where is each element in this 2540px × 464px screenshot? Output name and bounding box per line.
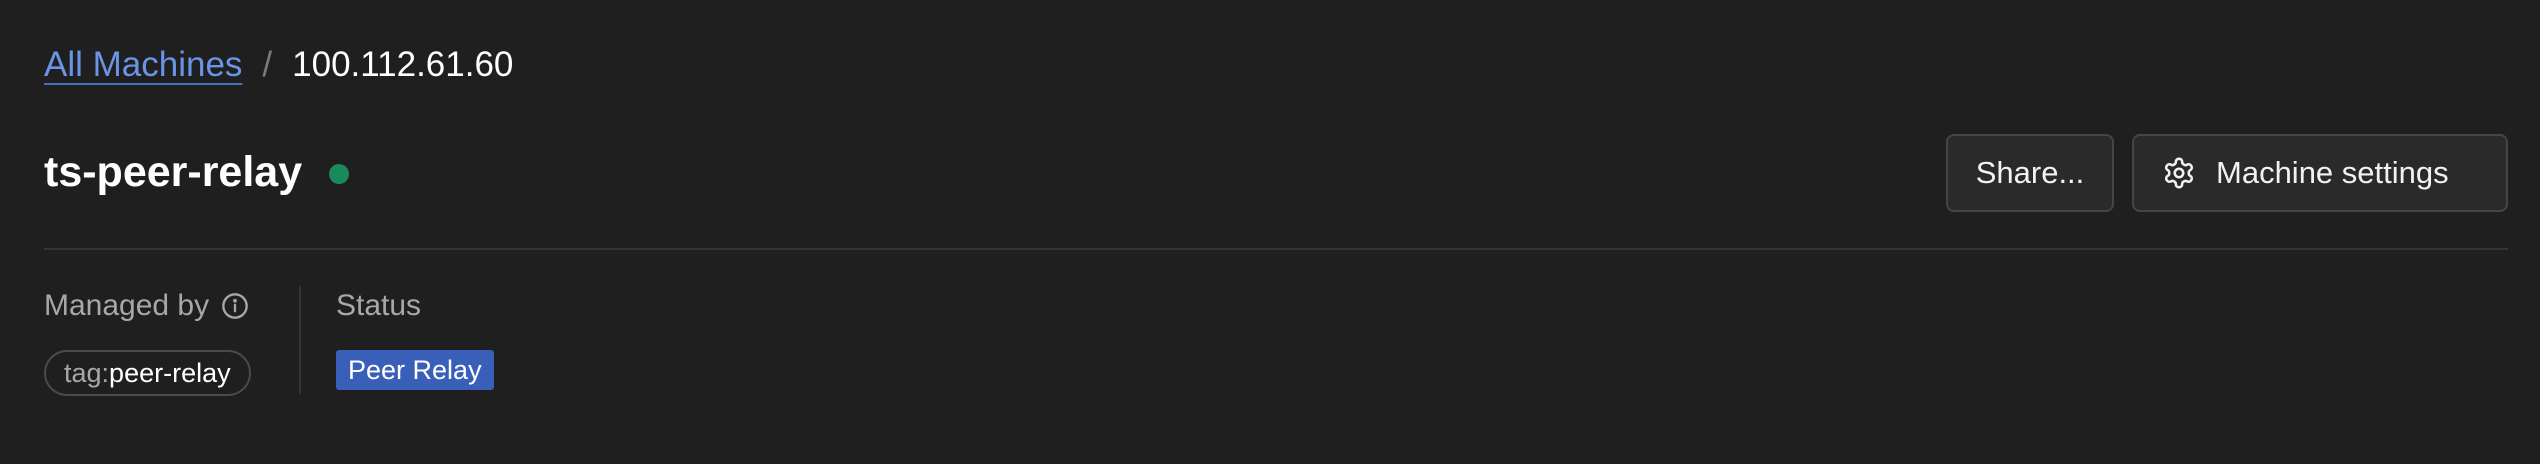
tag-value: peer-relay bbox=[109, 357, 231, 388]
breadcrumb-separator: / bbox=[262, 45, 273, 84]
tag-pill: tag: peer-relay bbox=[44, 350, 251, 396]
breadcrumb-current-ip: 100.112.61.60 bbox=[292, 45, 514, 84]
tag-prefix: tag: bbox=[64, 357, 110, 388]
breadcrumb: All Machines / 100.112.61.60 bbox=[44, 42, 513, 88]
status-badge: Peer Relay bbox=[336, 350, 494, 390]
breadcrumb-all-machines-link[interactable]: All Machines bbox=[44, 42, 242, 88]
status-label: Status bbox=[336, 289, 422, 322]
machine-settings-label: Machine settings bbox=[2216, 155, 2449, 190]
online-status-dot bbox=[329, 164, 350, 184]
machine-detail-page: All Machines / 100.112.61.60 ts-peer-rel… bbox=[44, 0, 2508, 464]
info-icon[interactable] bbox=[221, 292, 249, 320]
managed-by-section: Managed by tag: peer-relay bbox=[44, 286, 251, 396]
page-title: ts-peer-relay bbox=[44, 148, 303, 196]
status-section: Status Peer Relay bbox=[336, 286, 494, 390]
machine-settings-button[interactable]: Machine settings bbox=[2132, 134, 2508, 212]
header-divider bbox=[44, 248, 2508, 250]
share-button[interactable]: Share... bbox=[1946, 134, 2114, 212]
header-actions: Share... Machine settings bbox=[1946, 134, 2508, 212]
title-row: ts-peer-relay bbox=[44, 142, 350, 202]
section-separator bbox=[299, 286, 301, 394]
managed-by-label-row: Managed by bbox=[44, 286, 251, 326]
managed-by-label: Managed by bbox=[44, 289, 210, 322]
share-button-label: Share... bbox=[1975, 155, 2085, 190]
gear-icon bbox=[2162, 156, 2196, 190]
